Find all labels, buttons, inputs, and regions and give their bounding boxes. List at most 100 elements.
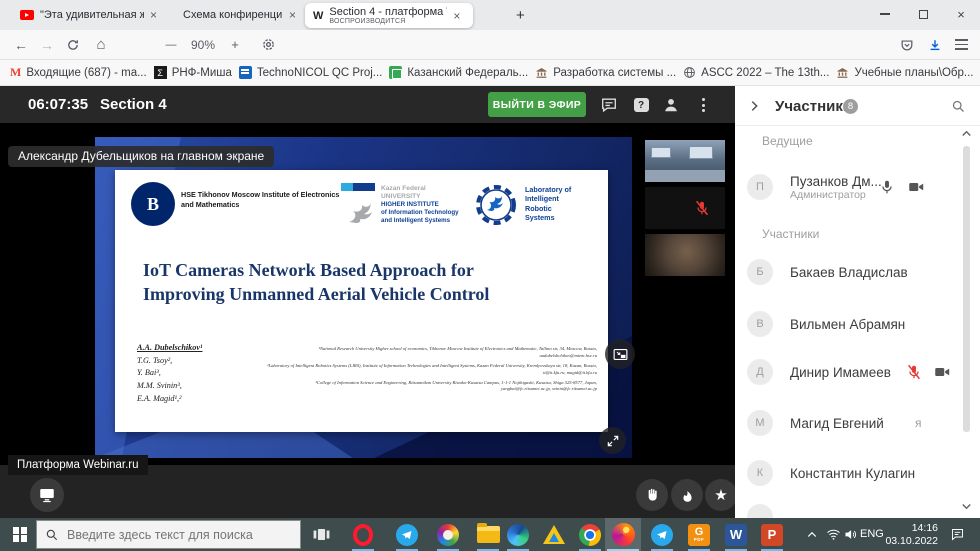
taskbar-word[interactable]: W [718, 518, 754, 551]
tray-volume-button[interactable] [838, 518, 862, 551]
reload-button[interactable] [62, 30, 84, 59]
bookmark-gmail[interactable]: MВходящие (687) - ma... [10, 65, 147, 80]
tab-close-icon[interactable]: × [150, 8, 157, 22]
zoom-level[interactable]: 90% [186, 30, 220, 59]
scroll-up-icon[interactable] [960, 128, 973, 140]
taskbar-paint[interactable] [430, 518, 466, 551]
taskbar-delta-app[interactable] [536, 518, 572, 551]
bookmark-technonicol[interactable]: TechnoNICOL QC Proj... [239, 66, 382, 79]
taskbar-search[interactable] [36, 520, 301, 549]
collapse-chevron-icon[interactable] [747, 99, 761, 113]
slide-title: IoT Cameras Network Based Approach for I… [143, 258, 489, 307]
scroll-down-icon[interactable] [960, 500, 973, 512]
document-icon [239, 66, 252, 79]
picture-in-picture-button[interactable] [605, 339, 635, 369]
bookmarks-bar: MВходящие (687) - ma... ΣРНФ-Миша Techno… [0, 60, 980, 86]
webinar-title[interactable]: Section 4 [100, 96, 167, 113]
new-tab-button[interactable]: + [516, 0, 525, 30]
kfu-line: of Information Technology [381, 209, 459, 217]
taskbar-firefox-active[interactable] [605, 518, 641, 551]
pocket-icon [900, 38, 914, 52]
zoom-out-button[interactable]: — [162, 30, 180, 59]
tab-close-icon[interactable]: × [453, 9, 460, 23]
zoom-in-button[interactable]: + [226, 30, 244, 59]
bookmark-rnf[interactable]: ΣРНФ-Миша [154, 66, 232, 79]
camera-icon[interactable] [933, 363, 951, 381]
desk-shape [645, 170, 725, 182]
taskbar-opera[interactable] [345, 518, 381, 551]
sidebar-title: Участники [775, 98, 852, 115]
bookmark-razrabotka[interactable]: Разработка системы ... [535, 66, 676, 79]
video-thumbnail-person[interactable] [645, 234, 725, 276]
raise-hand-button[interactable] [636, 479, 668, 511]
chrome-icon [579, 524, 601, 546]
avatar: В [747, 311, 773, 337]
bookmark-ascc[interactable]: ASCC 2022 – The 13th... [683, 66, 829, 79]
search-icon [45, 528, 59, 542]
star-reaction-button[interactable]: ★ [705, 479, 737, 511]
stream-timer: 06:07:35 [28, 96, 88, 113]
globe-icon [683, 66, 696, 79]
window-minimize-button[interactable] [868, 0, 902, 28]
screen-share-button[interactable] [30, 478, 64, 512]
taskbar-edge[interactable] [500, 518, 536, 551]
extension-gear-button[interactable] [256, 30, 280, 59]
tab-close-icon[interactable]: × [289, 8, 296, 22]
fire-reaction-button[interactable] [671, 479, 703, 511]
home-button[interactable]: ⌂ [90, 30, 112, 59]
taskbar-search-input[interactable] [67, 528, 277, 542]
action-center-button[interactable] [942, 518, 972, 551]
taskbar-telegram[interactable] [389, 518, 425, 551]
mic-icon[interactable] [878, 178, 896, 196]
monitor-shape [651, 147, 671, 158]
tab-schema[interactable]: Схема конфиренции и онлайн × [183, 0, 296, 30]
camera-icon[interactable] [907, 178, 925, 196]
lirs-logo [473, 182, 519, 228]
participants-sidebar: Участники 8 Ведущие П Пузанков Дм... Адм… [735, 86, 980, 518]
start-button[interactable] [4, 518, 36, 551]
affiliation: ¹National Research University Higher sch… [265, 346, 597, 360]
bookmark-uchebnye[interactable]: Учебные планы\Обр... [836, 66, 973, 79]
lirs-line: Laboratory of [525, 185, 571, 194]
participants-section-label: Участники [762, 227, 819, 241]
help-button[interactable]: ? [630, 94, 652, 116]
participant-name: Бакаев Владислав [790, 265, 908, 280]
slide-title-line: Improving Unmanned Aerial Vehicle Contro… [143, 282, 489, 306]
pocket-button[interactable] [896, 30, 918, 59]
scrollbar-thumb[interactable] [963, 146, 970, 432]
word-icon: W [725, 524, 747, 546]
participants-button[interactable] [660, 94, 682, 116]
chat-button[interactable] [598, 94, 620, 116]
kfu-line: HIGHER INSTITUTE [381, 201, 459, 209]
platform-label: Платформа Webinar.ru [8, 455, 148, 475]
more-options-button[interactable] [692, 94, 714, 116]
flame-icon [680, 488, 695, 503]
taskbar-powerpoint[interactable]: P [754, 518, 790, 551]
video-thumbnail-muted[interactable] [645, 187, 725, 229]
tab-webinar-active[interactable]: W Section 4 - платформа Webinar ВОСПРОИЗ… [305, 3, 473, 28]
window-restore-button[interactable] [906, 0, 940, 28]
taskbar-chrome[interactable] [572, 518, 608, 551]
task-view-button[interactable] [303, 518, 339, 551]
task-view-icon [312, 525, 331, 544]
back-button[interactable]: ← [10, 30, 32, 59]
taskbar-telegram-2[interactable] [644, 518, 680, 551]
tab-youtube[interactable]: "Эта удивительная жизнь" - Po × [20, 0, 157, 30]
menu-button[interactable] [950, 30, 972, 59]
downloads-button[interactable] [924, 30, 946, 59]
video-thumbnail-control-room[interactable] [645, 140, 725, 182]
bookmark-kazan[interactable]: Казанский Федераль... [389, 66, 528, 79]
kebab-menu-icon [702, 98, 705, 112]
mic-muted-icon[interactable] [905, 363, 923, 381]
taskbar-gom-pdf[interactable]: GPDF [681, 518, 717, 551]
leave-broadcast-button[interactable]: ВЫЙТИ В ЭФИР [488, 92, 586, 117]
window-close-button[interactable]: × [944, 0, 978, 28]
fullscreen-button[interactable] [599, 427, 626, 454]
forward-button[interactable]: → [36, 30, 58, 59]
tray-clock[interactable]: 14:16 03.10.2022 [880, 522, 938, 548]
bookmark-label: Разработка системы ... [553, 67, 676, 79]
firefox-icon [612, 523, 635, 546]
affiliation: ²Laboratory of Intelligent Robotics Syst… [265, 363, 597, 377]
search-icon[interactable] [951, 99, 966, 114]
kfu-line: UNIVERSITY [381, 193, 459, 201]
